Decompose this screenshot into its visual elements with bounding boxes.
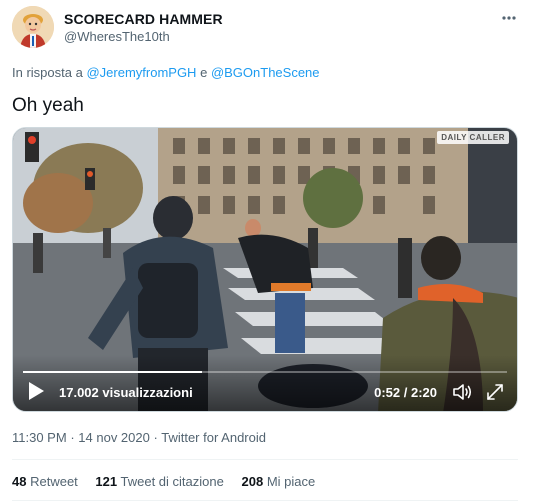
play-glyph bbox=[29, 382, 44, 400]
likes-label: Mi piace bbox=[266, 474, 316, 489]
user-handle[interactable]: @WheresThe10th bbox=[64, 28, 223, 46]
fullscreen-glyph bbox=[487, 384, 503, 400]
divider bbox=[12, 459, 518, 460]
reply-joiner: e bbox=[200, 65, 208, 80]
video-progress-fill bbox=[23, 371, 203, 373]
quote-tweets-stat[interactable]: 121 Tweet di citazione bbox=[95, 474, 227, 489]
retweets-label: Retweet bbox=[30, 474, 78, 489]
avatar[interactable] bbox=[12, 6, 54, 48]
quote-tweets-count: 121 bbox=[95, 474, 118, 489]
tweet-header: SCORECARD HAMMER @WheresThe10th bbox=[12, 6, 523, 52]
meta-separator: · bbox=[153, 430, 158, 445]
video-progress-bar[interactable] bbox=[23, 371, 507, 373]
play-icon[interactable] bbox=[27, 381, 45, 401]
more-dots-glyph bbox=[502, 16, 516, 20]
tweet-card: SCORECARD HAMMER @WheresThe10th In rispo… bbox=[0, 0, 535, 503]
reply-prefix: In risposta a bbox=[12, 65, 83, 80]
user-names: SCORECARD HAMMER @WheresThe10th bbox=[64, 10, 223, 46]
video-controls: 17.002 visualizzazioni 0:52 / 2:20 bbox=[13, 355, 517, 411]
display-name[interactable]: SCORECARD HAMMER bbox=[64, 10, 223, 28]
fullscreen-icon[interactable] bbox=[485, 382, 505, 402]
tweet-date[interactable]: 14 nov 2020 bbox=[78, 430, 150, 445]
cartoon-avatar-icon bbox=[12, 6, 54, 48]
video-watermark: DAILY CALLER bbox=[437, 131, 509, 144]
video-time: 0:52 / 2:20 bbox=[374, 385, 437, 400]
reply-user-link-1[interactable]: @JeremyfromPGH bbox=[86, 65, 196, 80]
divider bbox=[12, 500, 518, 501]
volume-icon[interactable] bbox=[451, 381, 473, 403]
retweets-stat[interactable]: 48 Retweet bbox=[12, 474, 81, 489]
more-options-icon[interactable] bbox=[499, 8, 519, 28]
retweets-count: 48 bbox=[12, 474, 27, 489]
tweet-text: Oh yeah bbox=[12, 95, 84, 116]
video-player[interactable]: DAILY CALLER 17.002 visualizzazioni 0:52… bbox=[12, 127, 518, 412]
tweet-source[interactable]: Twitter for Android bbox=[161, 430, 266, 445]
meta-separator: · bbox=[70, 430, 75, 445]
likes-count: 208 bbox=[241, 474, 264, 489]
volume-glyph bbox=[453, 384, 472, 400]
video-view-count: 17.002 visualizzazioni bbox=[59, 385, 193, 400]
tweet-stats: 48 Retweet 121 Tweet di citazione 208 Mi… bbox=[12, 474, 329, 490]
reply-context: In risposta a @JeremyfromPGH e @BGOnTheS… bbox=[12, 65, 320, 81]
reply-user-link-2[interactable]: @BGOnTheScene bbox=[211, 65, 320, 80]
likes-stat[interactable]: 208 Mi piace bbox=[241, 474, 315, 489]
tweet-meta: 11:30 PM · 14 nov 2020 · Twitter for And… bbox=[12, 430, 266, 446]
quote-tweets-label: Tweet di citazione bbox=[120, 474, 224, 489]
tweet-time[interactable]: 11:30 PM bbox=[12, 430, 67, 445]
